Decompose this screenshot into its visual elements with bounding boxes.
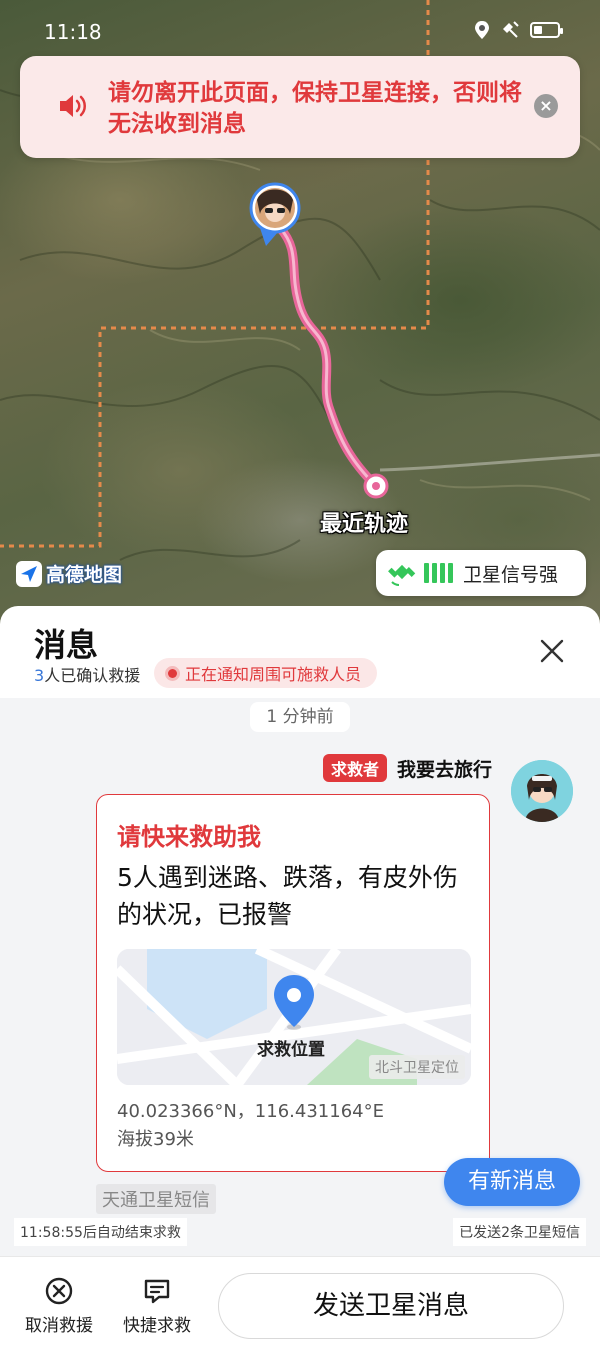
altitude-text: 海拔39米 <box>117 1129 194 1150</box>
messages-sheet-header: 消息 3人已确认救援 正在通知周围可施救人员 <box>0 606 600 698</box>
quick-message-icon <box>144 1279 170 1304</box>
sheet-title: 消息 <box>34 626 99 664</box>
notify-status-pill: 正在通知周围可施救人员 <box>154 658 378 688</box>
status-icons <box>474 20 563 40</box>
satellite-signal-indicator: 卫星信号强 <box>376 550 586 596</box>
close-icon <box>540 639 564 663</box>
signal-bars <box>424 563 453 583</box>
card-title: 请快来救助我 <box>117 823 261 851</box>
chat-area[interactable]: 1 分钟前 求救者 我要去旅行 请快来救助我 5人遇到迷路、跌落，有皮外伤的状况… <box>0 698 600 1256</box>
warning-banner: 请勿离开此页面，保持卫星连接，否则将无法收到消息 × <box>20 56 580 158</box>
signal-text: 卫星信号强 <box>463 563 559 586</box>
sent-count: 已发送2条卫星短信 <box>453 1218 586 1246</box>
message-timestamp: 1 分钟前 <box>250 702 350 732</box>
battery-icon <box>530 22 563 38</box>
cancel-rescue-button[interactable]: 取消救援 <box>14 1277 104 1336</box>
track-end-marker <box>363 473 389 499</box>
quick-sos-label: 快捷求救 <box>123 1316 191 1336</box>
location-icon <box>475 21 489 39</box>
beidou-tag: 北斗卫星定位 <box>369 1055 465 1079</box>
satellite-map[interactable]: 11:18 请勿离开此页面，保持卫星连接，否则将无法收到消息 × 最近轨迹 高德… <box>0 0 600 640</box>
satellite-signal-icon <box>388 564 416 586</box>
sender-name: 我要去旅行 <box>396 758 492 781</box>
user-location-pin <box>249 182 301 246</box>
sos-message-card[interactable]: 请快来救助我 5人遇到迷路、跌落，有皮外伤的状况，已报警 求救位置 北斗卫星定位… <box>96 794 490 1172</box>
speaker-icon <box>60 95 86 117</box>
status-bar: 11:18 <box>0 0 600 62</box>
cancel-rescue-label: 取消救援 <box>25 1316 93 1336</box>
satellite-icon <box>503 21 519 38</box>
rescue-confirm-count: 3人已确认救援 <box>34 662 140 686</box>
channel-tag: 天通卫星短信 <box>96 1184 216 1214</box>
location-label: 求救位置 <box>257 1040 325 1060</box>
bottom-action-bar: 取消救援 快捷求救 发送卫星消息 <box>0 1256 600 1355</box>
recent-track-label: 最近轨迹 <box>320 512 409 537</box>
confirm-suffix: 人已确认救援 <box>44 666 141 685</box>
notify-text: 正在通知周围可施救人员 <box>185 665 362 684</box>
warning-text: 请勿离开此页面，保持卫星连接，否则将无法收到消息 <box>108 80 522 137</box>
status-time: 11:18 <box>44 20 102 44</box>
avatar[interactable] <box>511 760 573 822</box>
location-pin-icon <box>274 975 314 1030</box>
card-body: 5人遇到迷路、跌落，有皮外伤的状况，已报警 <box>117 863 458 929</box>
banner-close-button[interactable]: × <box>534 94 558 118</box>
auto-end-timer: 11:58:55后自动结束求救 <box>14 1218 187 1246</box>
sender-role-badge: 求救者 <box>322 754 387 782</box>
live-dot-icon <box>168 668 177 678</box>
new-message-button[interactable]: 有新消息 <box>444 1158 580 1206</box>
confirm-number: 3 <box>34 666 45 685</box>
coordinates-text: 40.023366°N，116.431164°E <box>117 1101 384 1122</box>
sender-info: 求救者 我要去旅行 <box>322 754 492 782</box>
map-provider-logo: 高德地图 <box>16 560 122 587</box>
send-satellite-message-button[interactable]: 发送卫星消息 <box>218 1273 564 1339</box>
location-minimap[interactable]: 求救位置 北斗卫星定位 <box>117 949 471 1085</box>
cancel-circle-icon <box>45 1277 73 1305</box>
map-provider-text: 高德地图 <box>46 564 123 586</box>
avatar-image <box>511 760 573 822</box>
amap-logo-icon <box>16 560 42 587</box>
quick-sos-button[interactable]: 快捷求救 <box>112 1277 202 1336</box>
sheet-close-button[interactable] <box>540 638 564 666</box>
